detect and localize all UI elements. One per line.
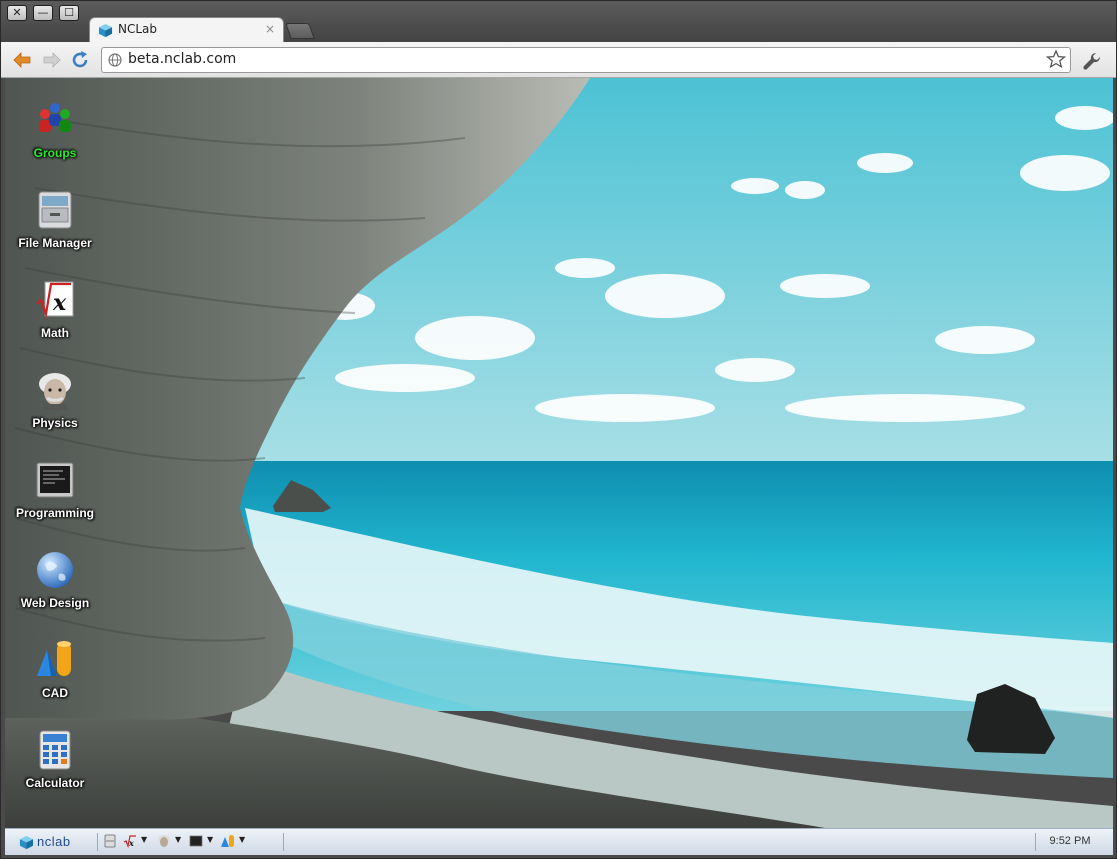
terminal-icon — [36, 462, 74, 498]
desktop-icon-label: CAD — [42, 686, 68, 700]
close-icon: ✕ — [12, 6, 22, 19]
desktop-icon-calculator[interactable]: Calculator — [5, 730, 105, 816]
brand-text: nclab — [37, 834, 71, 849]
address-bar[interactable]: beta.nclab.com — [101, 47, 1071, 73]
desktop-icon-programming[interactable]: Programming — [5, 460, 105, 546]
desktop-icon-cad[interactable]: CAD — [5, 640, 105, 726]
desktop-icon-file-manager[interactable]: File Manager — [5, 190, 105, 276]
desktop-icon-label: Web Design — [20, 596, 90, 610]
nclab-cube-icon — [98, 23, 113, 38]
new-tab-button[interactable] — [285, 23, 315, 39]
clock: 9:52 PM — [1049, 835, 1091, 847]
desktop-icon-label: Groups — [33, 146, 77, 160]
einstein-icon — [158, 835, 170, 847]
taskbar-item-physics[interactable]: ▼ — [157, 834, 187, 850]
desktop-icon-label: Programming — [15, 506, 94, 520]
wrench-icon[interactable] — [1081, 50, 1103, 72]
svg-text:x: x — [52, 290, 67, 316]
groups-icon — [39, 103, 71, 132]
page-info-icon[interactable] — [108, 53, 122, 67]
back-arrow-icon[interactable] — [11, 49, 33, 71]
close-window-button[interactable]: ✕ — [7, 5, 27, 21]
desktop-icon-math[interactable]: x Math — [5, 280, 105, 366]
taskbar-item-math[interactable]: x ▼ — [123, 834, 153, 850]
taskbar-separator — [97, 833, 98, 851]
maximize-window-button[interactable]: ☐ — [59, 5, 79, 21]
tab-close-icon[interactable]: × — [265, 22, 275, 36]
desktop-icons: Groups File Manager x Math Physics Progr… — [5, 78, 115, 828]
forward-arrow-icon[interactable] — [41, 49, 63, 71]
minimize-window-button[interactable]: — — [33, 5, 53, 21]
url-text: beta.nclab.com — [128, 51, 237, 67]
maximize-icon: ☐ — [64, 6, 74, 19]
einstein-icon — [39, 373, 71, 410]
tab-nclab[interactable]: NCLab × — [89, 17, 284, 43]
file-cabinet-icon — [104, 834, 116, 848]
browser-window: ✕ — ☐ NCLab × beta.nclab.com Groups File… — [0, 0, 1117, 859]
taskbar: nclab x ▼ ▼ ▼ ▼ 9:52 PM — [5, 828, 1113, 855]
tab-title: NCLab — [118, 22, 158, 36]
desktop-icon-web-design[interactable]: Web Design — [5, 550, 105, 636]
minimize-icon: — — [37, 6, 49, 19]
browser-toolbar: beta.nclab.com — [1, 42, 1116, 78]
calculator-icon — [39, 730, 71, 770]
desktop-icon-label: Calculator — [25, 776, 85, 790]
chevron-down-icon: ▼ — [207, 835, 214, 844]
taskbar-item-programming[interactable]: ▼ — [189, 834, 219, 850]
globe-icon — [37, 552, 73, 588]
terminal-icon — [189, 835, 203, 847]
star-icon[interactable] — [1046, 49, 1066, 69]
shapes-icon — [37, 641, 71, 676]
reload-icon[interactable] — [69, 49, 91, 71]
shapes-icon — [221, 835, 234, 847]
nclab-start-button[interactable]: nclab — [19, 834, 89, 852]
taskbar-item-cad[interactable]: ▼ — [221, 834, 251, 850]
chevron-down-icon: ▼ — [175, 835, 182, 844]
nclab-desktop: Groups File Manager x Math Physics Progr… — [5, 78, 1113, 828]
chevron-down-icon: ▼ — [239, 835, 246, 844]
desktop-icon-groups[interactable]: Groups — [5, 100, 105, 186]
desktop-icon-label: Math — [41, 326, 69, 340]
file-cabinet-icon — [38, 191, 72, 229]
desktop-icon-physics[interactable]: Physics — [5, 370, 105, 456]
sqrt-x-icon: x — [123, 835, 136, 848]
sqrt-x-icon: x — [36, 281, 74, 319]
desktop-icon-label: Physics — [32, 416, 78, 430]
svg-text:x: x — [128, 838, 134, 848]
desktop-icon-label: File Manager — [18, 236, 92, 250]
title-bar: ✕ — ☐ NCLab × — [1, 1, 1116, 43]
taskbar-separator — [283, 833, 284, 851]
desktop-wallpaper — [5, 78, 1113, 828]
nclab-cube-icon — [19, 835, 34, 850]
chevron-down-icon: ▼ — [141, 835, 148, 844]
